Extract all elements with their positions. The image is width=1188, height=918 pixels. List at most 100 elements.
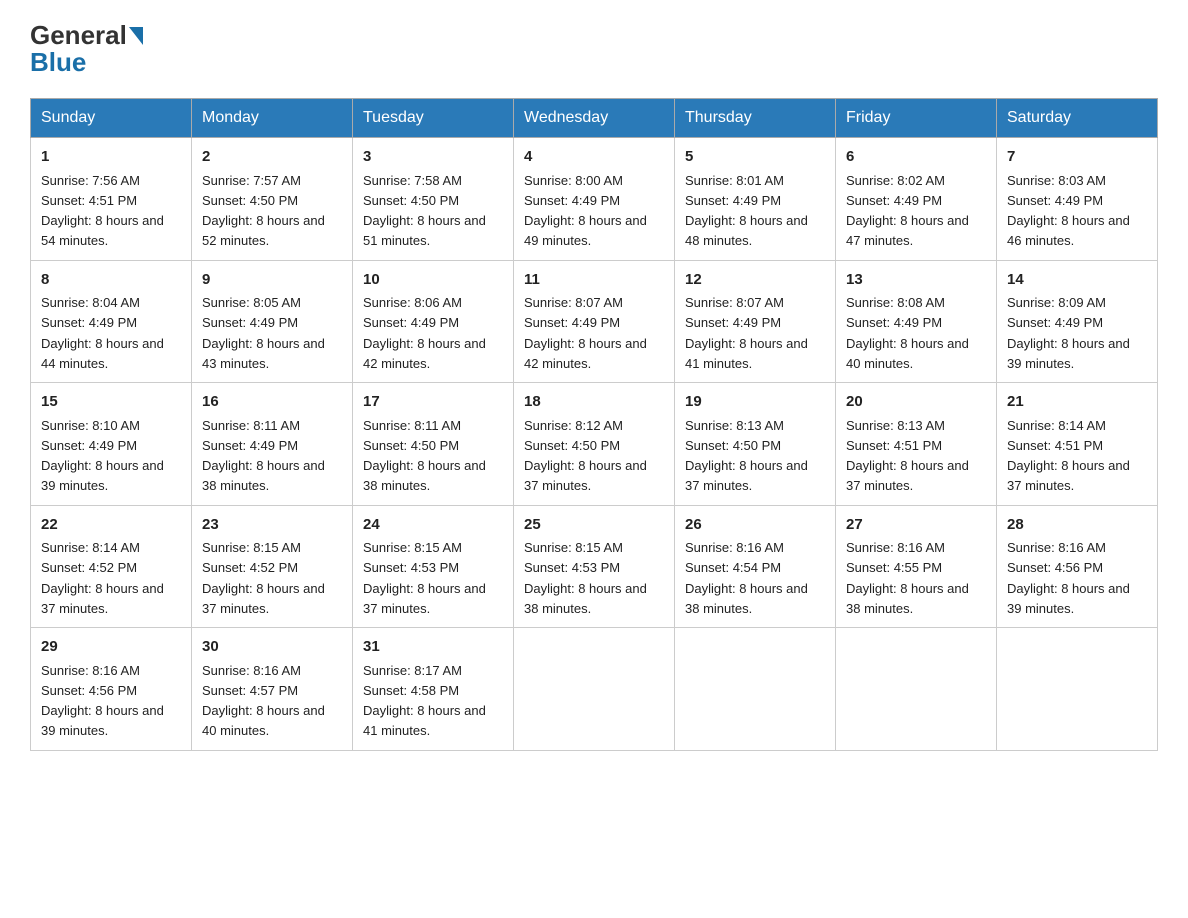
calendar-cell: 19Sunrise: 8:13 AMSunset: 4:50 PMDayligh… xyxy=(675,383,836,506)
day-info: Sunrise: 8:11 AMSunset: 4:50 PMDaylight:… xyxy=(363,418,486,494)
calendar-cell: 21 Sunrise: 8:14 AMSunset: 4:51 PMDayligh… xyxy=(997,383,1158,506)
day-number: 12 xyxy=(685,269,825,292)
calendar-week-row: 8 Sunrise: 8:04 AMSunset: 4:49 PMDaylight… xyxy=(31,260,1158,383)
day-number: 4 xyxy=(524,146,664,169)
day-info: Sunrise: 7:58 AMSunset: 4:50 PMDaylight:… xyxy=(363,173,486,249)
day-number: 23 xyxy=(202,514,342,537)
calendar-cell: 14Sunrise: 8:09 AMSunset: 4:49 PMDayligh… xyxy=(997,260,1158,383)
calendar-cell: 17 Sunrise: 8:11 AMSunset: 4:50 PMDayligh… xyxy=(353,383,514,506)
day-info: Sunrise: 8:16 AMSunset: 4:54 PMDaylight:… xyxy=(685,540,808,616)
day-number: 2 xyxy=(202,146,342,169)
col-header-saturday: Saturday xyxy=(997,99,1158,138)
day-info: Sunrise: 8:12 AMSunset: 4:50 PMDaylight:… xyxy=(524,418,647,494)
day-info: Sunrise: 8:01 AMSunset: 4:49 PMDaylight:… xyxy=(685,173,808,249)
calendar-cell xyxy=(675,628,836,751)
calendar-cell: 30 Sunrise: 8:16 AMSunset: 4:57 PMDayligh… xyxy=(192,628,353,751)
day-info: Sunrise: 8:16 AMSunset: 4:56 PMDaylight:… xyxy=(1007,540,1130,616)
day-info: Sunrise: 8:03 AMSunset: 4:49 PMDaylight:… xyxy=(1007,173,1130,249)
calendar-cell xyxy=(836,628,997,751)
day-number: 17 xyxy=(363,391,503,414)
day-info: Sunrise: 8:00 AMSunset: 4:49 PMDaylight:… xyxy=(524,173,647,249)
day-info: Sunrise: 8:16 AMSunset: 4:57 PMDaylight:… xyxy=(202,663,325,739)
day-number: 21 xyxy=(1007,391,1147,414)
calendar-week-row: 22 Sunrise: 8:14 AMSunset: 4:52 PMDayligh… xyxy=(31,505,1158,628)
day-number: 15 xyxy=(41,391,181,414)
calendar-cell: 13 Sunrise: 8:08 AMSunset: 4:49 PMDayligh… xyxy=(836,260,997,383)
day-number: 1 xyxy=(41,146,181,169)
calendar-cell: 28 Sunrise: 8:16 AMSunset: 4:56 PMDayligh… xyxy=(997,505,1158,628)
day-number: 26 xyxy=(685,514,825,537)
calendar-cell: 7 Sunrise: 8:03 AMSunset: 4:49 PMDaylight… xyxy=(997,138,1158,261)
day-info: Sunrise: 8:17 AMSunset: 4:58 PMDaylight:… xyxy=(363,663,486,739)
day-info: Sunrise: 8:11 AMSunset: 4:49 PMDaylight:… xyxy=(202,418,325,494)
calendar-cell: 18Sunrise: 8:12 AMSunset: 4:50 PMDayligh… xyxy=(514,383,675,506)
calendar-cell: 1 Sunrise: 7:56 AMSunset: 4:51 PMDaylight… xyxy=(31,138,192,261)
day-info: Sunrise: 8:06 AMSunset: 4:49 PMDaylight:… xyxy=(363,295,486,371)
calendar-cell: 15 Sunrise: 8:10 AMSunset: 4:49 PMDayligh… xyxy=(31,383,192,506)
calendar-cell xyxy=(514,628,675,751)
calendar-cell: 25 Sunrise: 8:15 AMSunset: 4:53 PMDayligh… xyxy=(514,505,675,628)
day-info: Sunrise: 8:16 AMSunset: 4:56 PMDaylight:… xyxy=(41,663,164,739)
calendar-header-row: SundayMondayTuesdayWednesdayThursdayFrid… xyxy=(31,99,1158,138)
col-header-monday: Monday xyxy=(192,99,353,138)
day-number: 11 xyxy=(524,269,664,292)
day-info: Sunrise: 8:15 AMSunset: 4:53 PMDaylight:… xyxy=(363,540,486,616)
calendar-cell: 22 Sunrise: 8:14 AMSunset: 4:52 PMDayligh… xyxy=(31,505,192,628)
day-number: 19 xyxy=(685,391,825,414)
calendar-cell: 31 Sunrise: 8:17 AMSunset: 4:58 PMDayligh… xyxy=(353,628,514,751)
day-number: 8 xyxy=(41,269,181,292)
day-number: 30 xyxy=(202,636,342,659)
day-number: 27 xyxy=(846,514,986,537)
day-info: Sunrise: 8:15 AMSunset: 4:53 PMDaylight:… xyxy=(524,540,647,616)
day-number: 28 xyxy=(1007,514,1147,537)
calendar-week-row: 1 Sunrise: 7:56 AMSunset: 4:51 PMDaylight… xyxy=(31,138,1158,261)
calendar-cell: 5 Sunrise: 8:01 AMSunset: 4:49 PMDaylight… xyxy=(675,138,836,261)
day-number: 10 xyxy=(363,269,503,292)
day-info: Sunrise: 7:57 AMSunset: 4:50 PMDaylight:… xyxy=(202,173,325,249)
calendar-cell: 29 Sunrise: 8:16 AMSunset: 4:56 PMDayligh… xyxy=(31,628,192,751)
calendar-cell: 12Sunrise: 8:07 AMSunset: 4:49 PMDayligh… xyxy=(675,260,836,383)
logo-blue-text: Blue xyxy=(30,47,86,78)
calendar-cell: 24 Sunrise: 8:15 AMSunset: 4:53 PMDayligh… xyxy=(353,505,514,628)
calendar-cell: 4 Sunrise: 8:00 AMSunset: 4:49 PMDaylight… xyxy=(514,138,675,261)
day-info: Sunrise: 8:10 AMSunset: 4:49 PMDaylight:… xyxy=(41,418,164,494)
calendar-cell: 10 Sunrise: 8:06 AMSunset: 4:49 PMDayligh… xyxy=(353,260,514,383)
day-number: 20 xyxy=(846,391,986,414)
col-header-thursday: Thursday xyxy=(675,99,836,138)
day-info: Sunrise: 8:14 AMSunset: 4:52 PMDaylight:… xyxy=(41,540,164,616)
day-info: Sunrise: 8:04 AMSunset: 4:49 PMDaylight:… xyxy=(41,295,164,371)
col-header-friday: Friday xyxy=(836,99,997,138)
day-info: Sunrise: 8:05 AMSunset: 4:49 PMDaylight:… xyxy=(202,295,325,371)
calendar-week-row: 29 Sunrise: 8:16 AMSunset: 4:56 PMDayligh… xyxy=(31,628,1158,751)
logo-arrow-icon xyxy=(129,27,143,45)
day-number: 3 xyxy=(363,146,503,169)
day-number: 5 xyxy=(685,146,825,169)
day-number: 9 xyxy=(202,269,342,292)
calendar-cell: 6Sunrise: 8:02 AMSunset: 4:49 PMDaylight… xyxy=(836,138,997,261)
day-info: Sunrise: 8:16 AMSunset: 4:55 PMDaylight:… xyxy=(846,540,969,616)
day-info: Sunrise: 8:02 AMSunset: 4:49 PMDaylight:… xyxy=(846,173,969,249)
day-info: Sunrise: 8:13 AMSunset: 4:51 PMDaylight:… xyxy=(846,418,969,494)
day-number: 25 xyxy=(524,514,664,537)
calendar-table: SundayMondayTuesdayWednesdayThursdayFrid… xyxy=(30,98,1158,751)
day-info: Sunrise: 8:09 AMSunset: 4:49 PMDaylight:… xyxy=(1007,295,1130,371)
day-number: 29 xyxy=(41,636,181,659)
calendar-week-row: 15 Sunrise: 8:10 AMSunset: 4:49 PMDayligh… xyxy=(31,383,1158,506)
day-info: Sunrise: 8:14 AMSunset: 4:51 PMDaylight:… xyxy=(1007,418,1130,494)
day-number: 7 xyxy=(1007,146,1147,169)
day-info: Sunrise: 7:56 AMSunset: 4:51 PMDaylight:… xyxy=(41,173,164,249)
day-info: Sunrise: 8:15 AMSunset: 4:52 PMDaylight:… xyxy=(202,540,325,616)
calendar-cell: 20 Sunrise: 8:13 AMSunset: 4:51 PMDayligh… xyxy=(836,383,997,506)
page-header: General Blue xyxy=(30,20,1158,78)
day-number: 22 xyxy=(41,514,181,537)
day-info: Sunrise: 8:08 AMSunset: 4:49 PMDaylight:… xyxy=(846,295,969,371)
calendar-cell: 2 Sunrise: 7:57 AMSunset: 4:50 PMDaylight… xyxy=(192,138,353,261)
calendar-cell: 23 Sunrise: 8:15 AMSunset: 4:52 PMDayligh… xyxy=(192,505,353,628)
day-number: 24 xyxy=(363,514,503,537)
day-number: 13 xyxy=(846,269,986,292)
day-info: Sunrise: 8:07 AMSunset: 4:49 PMDaylight:… xyxy=(524,295,647,371)
day-number: 16 xyxy=(202,391,342,414)
calendar-cell: 27 Sunrise: 8:16 AMSunset: 4:55 PMDayligh… xyxy=(836,505,997,628)
day-number: 31 xyxy=(363,636,503,659)
calendar-cell: 16 Sunrise: 8:11 AMSunset: 4:49 PMDayligh… xyxy=(192,383,353,506)
